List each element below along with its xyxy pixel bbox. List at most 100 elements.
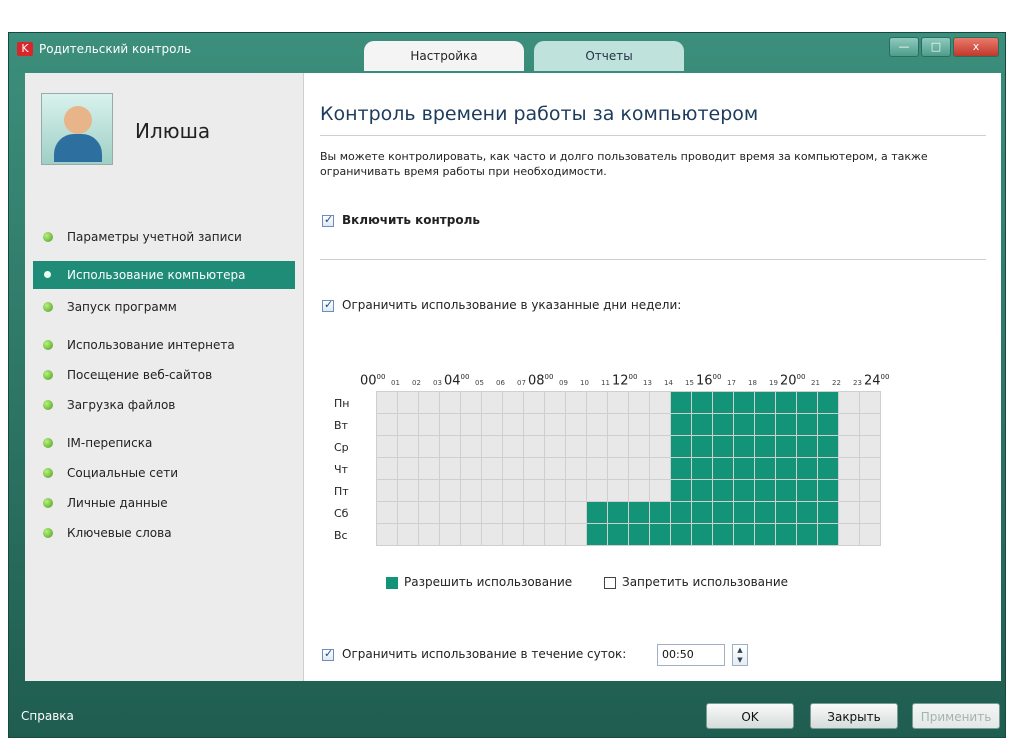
schedule-cell-denied[interactable] bbox=[650, 480, 670, 501]
daily-limit-stepper[interactable]: ▲ ▼ bbox=[732, 644, 748, 666]
schedule-cell-denied[interactable] bbox=[377, 458, 397, 479]
schedule-cell-denied[interactable] bbox=[419, 436, 439, 457]
schedule-cell-allowed[interactable] bbox=[650, 502, 670, 523]
schedule-cell-denied[interactable] bbox=[419, 414, 439, 435]
schedule-grid[interactable] bbox=[376, 391, 881, 546]
schedule-cell-denied[interactable] bbox=[608, 480, 628, 501]
schedule-cell-denied[interactable] bbox=[503, 392, 523, 413]
schedule-cell-denied[interactable] bbox=[860, 392, 880, 413]
schedule-cell-allowed[interactable] bbox=[797, 480, 817, 501]
tab-reports[interactable]: Отчеты bbox=[534, 41, 684, 71]
schedule-cell-denied[interactable] bbox=[482, 414, 502, 435]
schedule-cell-allowed[interactable] bbox=[797, 524, 817, 545]
schedule-cell-allowed[interactable] bbox=[734, 480, 754, 501]
schedule-cell-denied[interactable] bbox=[545, 524, 565, 545]
schedule-cell-denied[interactable] bbox=[839, 524, 859, 545]
schedule-cell-denied[interactable] bbox=[419, 458, 439, 479]
schedule-cell-allowed[interactable] bbox=[713, 524, 733, 545]
schedule-cell-denied[interactable] bbox=[524, 414, 544, 435]
schedule-cell-allowed[interactable] bbox=[608, 524, 628, 545]
schedule-cell-denied[interactable] bbox=[377, 480, 397, 501]
schedule-cell-allowed[interactable] bbox=[818, 436, 838, 457]
schedule-cell-allowed[interactable] bbox=[776, 480, 796, 501]
schedule-cell-denied[interactable] bbox=[503, 458, 523, 479]
schedule-cell-denied[interactable] bbox=[377, 436, 397, 457]
schedule-cell-allowed[interactable] bbox=[713, 436, 733, 457]
schedule-cell-denied[interactable] bbox=[419, 502, 439, 523]
schedule-cell-denied[interactable] bbox=[461, 414, 481, 435]
schedule-cell-allowed[interactable] bbox=[692, 480, 712, 501]
schedule-cell-denied[interactable] bbox=[860, 502, 880, 523]
schedule-cell-allowed[interactable] bbox=[755, 436, 775, 457]
schedule-cell-denied[interactable] bbox=[440, 458, 460, 479]
limit-days-checkbox[interactable] bbox=[322, 298, 334, 312]
schedule-cell-denied[interactable] bbox=[377, 524, 397, 545]
schedule-cell-denied[interactable] bbox=[461, 480, 481, 501]
schedule-cell-denied[interactable] bbox=[545, 480, 565, 501]
schedule-cell-allowed[interactable] bbox=[692, 502, 712, 523]
schedule-cell-allowed[interactable] bbox=[692, 524, 712, 545]
schedule-cell-denied[interactable] bbox=[398, 480, 418, 501]
schedule-cell-allowed[interactable] bbox=[713, 480, 733, 501]
schedule-cell-denied[interactable] bbox=[650, 414, 670, 435]
schedule-cell-denied[interactable] bbox=[524, 524, 544, 545]
sidebar-item[interactable]: Параметры учетной записи bbox=[33, 223, 295, 251]
schedule-cell-allowed[interactable] bbox=[713, 502, 733, 523]
schedule-cell-denied[interactable] bbox=[503, 480, 523, 501]
schedule-cell-denied[interactable] bbox=[608, 436, 628, 457]
maximize-button[interactable]: □ bbox=[921, 37, 951, 57]
schedule-cell-denied[interactable] bbox=[461, 524, 481, 545]
schedule-cell-denied[interactable] bbox=[608, 414, 628, 435]
schedule-cell-denied[interactable] bbox=[839, 392, 859, 413]
schedule-cell-allowed[interactable] bbox=[629, 524, 649, 545]
schedule-cell-denied[interactable] bbox=[650, 458, 670, 479]
schedule-cell-denied[interactable] bbox=[629, 392, 649, 413]
schedule-cell-denied[interactable] bbox=[587, 414, 607, 435]
schedule-cell-denied[interactable] bbox=[545, 436, 565, 457]
schedule-cell-denied[interactable] bbox=[860, 480, 880, 501]
schedule-cell-denied[interactable] bbox=[860, 524, 880, 545]
schedule-cell-denied[interactable] bbox=[650, 436, 670, 457]
schedule-cell-allowed[interactable] bbox=[818, 414, 838, 435]
schedule-cell-allowed[interactable] bbox=[818, 524, 838, 545]
schedule-cell-denied[interactable] bbox=[503, 414, 523, 435]
sidebar-item[interactable]: Запуск программ bbox=[33, 293, 295, 321]
schedule-cell-denied[interactable] bbox=[587, 458, 607, 479]
schedule-cell-allowed[interactable] bbox=[755, 480, 775, 501]
schedule-cell-allowed[interactable] bbox=[776, 392, 796, 413]
schedule-cell-denied[interactable] bbox=[377, 392, 397, 413]
schedule-cell-allowed[interactable] bbox=[797, 436, 817, 457]
schedule-cell-allowed[interactable] bbox=[671, 458, 691, 479]
schedule-cell-allowed[interactable] bbox=[776, 436, 796, 457]
schedule-cell-allowed[interactable] bbox=[671, 480, 691, 501]
schedule-cell-denied[interactable] bbox=[440, 414, 460, 435]
schedule-cell-allowed[interactable] bbox=[797, 392, 817, 413]
schedule-cell-allowed[interactable] bbox=[734, 502, 754, 523]
schedule-cell-denied[interactable] bbox=[440, 524, 460, 545]
schedule-cell-allowed[interactable] bbox=[713, 414, 733, 435]
ok-button[interactable]: OK bbox=[706, 703, 794, 729]
schedule-cell-denied[interactable] bbox=[419, 392, 439, 413]
sidebar-item[interactable]: Использование компьютера bbox=[33, 261, 295, 289]
schedule-cell-allowed[interactable] bbox=[671, 524, 691, 545]
schedule-cell-allowed[interactable] bbox=[629, 502, 649, 523]
schedule-cell-denied[interactable] bbox=[482, 480, 502, 501]
schedule-cell-denied[interactable] bbox=[587, 480, 607, 501]
schedule-cell-denied[interactable] bbox=[503, 502, 523, 523]
schedule-cell-allowed[interactable] bbox=[734, 414, 754, 435]
schedule-cell-denied[interactable] bbox=[419, 524, 439, 545]
schedule-cell-denied[interactable] bbox=[524, 502, 544, 523]
enable-control-checkbox[interactable] bbox=[322, 213, 334, 227]
schedule-cell-denied[interactable] bbox=[524, 480, 544, 501]
schedule-cell-denied[interactable] bbox=[650, 392, 670, 413]
schedule-cell-denied[interactable] bbox=[503, 436, 523, 457]
schedule-cell-denied[interactable] bbox=[461, 392, 481, 413]
schedule-cell-denied[interactable] bbox=[860, 436, 880, 457]
schedule-cell-denied[interactable] bbox=[524, 436, 544, 457]
schedule-cell-denied[interactable] bbox=[629, 414, 649, 435]
schedule-cell-allowed[interactable] bbox=[755, 524, 775, 545]
schedule-cell-denied[interactable] bbox=[566, 436, 586, 457]
tab-settings[interactable]: Настройка bbox=[364, 41, 524, 71]
schedule-cell-denied[interactable] bbox=[545, 392, 565, 413]
schedule-cell-denied[interactable] bbox=[398, 392, 418, 413]
